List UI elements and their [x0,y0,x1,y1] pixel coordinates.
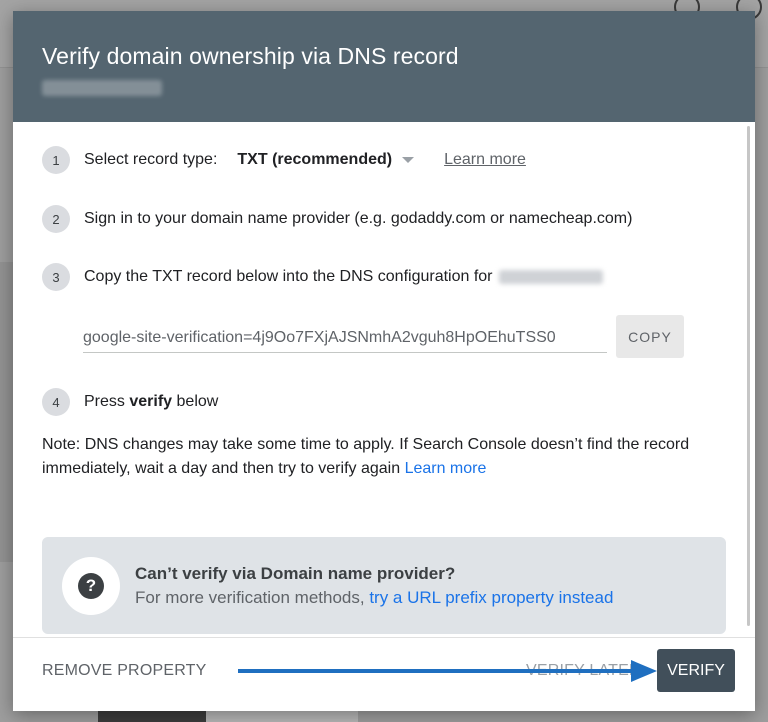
note-text: Note: DNS changes may take some time to … [42,436,690,477]
dialog-subtitle-domain-redacted [42,80,162,96]
step-3: 3 Copy the TXT record below into the DNS… [42,263,725,291]
step-2: 2 Sign in to your domain name provider (… [42,205,725,233]
step-text: Copy the TXT record below into the DNS c… [84,268,493,285]
note-learn-more-link[interactable]: Learn more [405,460,487,477]
verify-dns-dialog: Verify domain ownership via DNS record 1… [13,11,755,711]
step-bold: verify [129,393,173,410]
step-number: 3 [42,263,70,291]
dialog-header: Verify domain ownership via DNS record [13,11,755,122]
caret-down-icon [402,157,415,163]
help-subtext: For more verification methods, try a URL… [135,586,613,610]
verify-button[interactable]: VERIFY [657,649,735,692]
record-type-select[interactable]: TXT (recommended) [237,151,415,169]
remove-property-button[interactable]: REMOVE PROPERTY [42,662,207,680]
scrollbar[interactable] [747,126,750,626]
help-box: ? Can’t verify via Domain name provider?… [42,537,726,634]
dialog-title: Verify domain ownership via DNS record [42,43,459,69]
learn-more-link[interactable]: Learn more [444,151,526,169]
dialog-footer: REMOVE PROPERTY VERIFY LATER VERIFY [13,637,755,711]
record-type-value: TXT (recommended) [237,151,393,168]
background-panel [0,262,14,562]
dns-note: Note: DNS changes may take some time to … [42,433,725,481]
question-mark-icon: ? [78,572,104,599]
verify-later-button[interactable]: VERIFY LATER [526,662,641,680]
txt-record-field[interactable]: google-site-verification=4j9Oo7FXjAJSNmh… [83,321,607,353]
txt-record-row: google-site-verification=4j9Oo7FXjAJSNmh… [83,315,725,358]
step-suffix: below [176,393,219,410]
dialog-body: 1 Select record type: TXT (recommended) … [13,122,755,637]
domain-redacted [498,270,603,284]
help-circle: ? [62,556,120,615]
step-text: Sign in to your domain name provider (e.… [84,210,633,227]
help-subtext-prefix: For more verification methods, [135,587,365,607]
copy-button[interactable]: COPY [616,315,684,358]
step-number: 2 [42,205,70,233]
step-label: Select record type: [84,151,218,168]
help-title: Can’t verify via Domain name provider? [135,563,456,583]
step-4: 4 Press verify below [42,388,725,416]
step-number: 1 [42,146,70,174]
step-1: 1 Select record type: TXT (recommended) … [42,146,725,174]
help-text: Can’t verify via Domain name provider? F… [135,562,613,610]
step-number: 4 [42,388,70,416]
url-prefix-link[interactable]: try a URL prefix property instead [369,588,613,607]
step-prefix: Press [84,393,125,410]
